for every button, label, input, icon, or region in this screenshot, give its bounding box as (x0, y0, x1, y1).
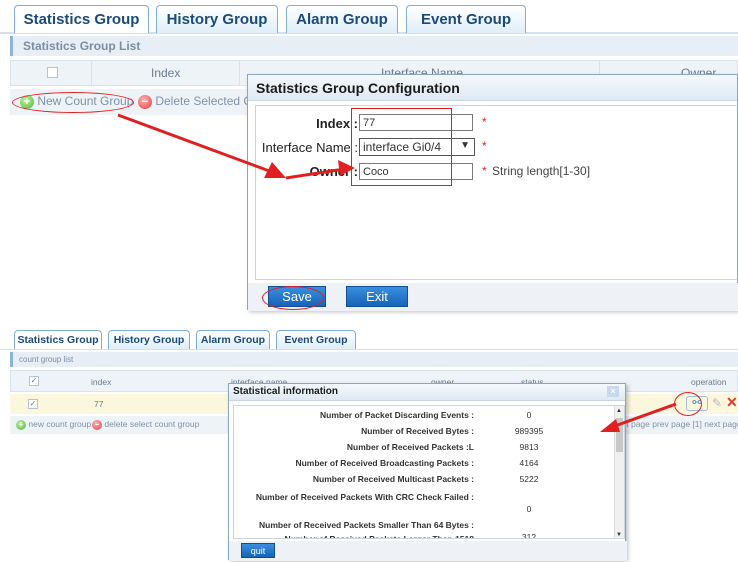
stat-label: Number of Received Packets Larger Than 1… (284, 534, 474, 539)
tab-statistics-group[interactable]: Statistics Group (14, 330, 102, 349)
quit-button[interactable]: quit (241, 543, 275, 558)
stat-value: 4164 (519, 458, 539, 468)
tab-history-group[interactable]: History Group (108, 330, 190, 349)
stat-label: Number of Received Packets :L (346, 442, 474, 452)
stat-label: Number of Received Packets With CRC Chec… (255, 492, 474, 502)
tab-event-group[interactable]: Event Group (276, 330, 356, 349)
list-title: count group list (10, 352, 738, 367)
annotation-arrow (117, 113, 355, 180)
stat-value: 9813 (519, 442, 539, 452)
stat-label: Number of Received Multicast Packets : (312, 474, 474, 484)
tab-alarm-group[interactable]: Alarm Group (196, 330, 270, 349)
stat-value: 5222 (519, 474, 539, 484)
stat-label: Number of Received Broadcasting Packets … (295, 458, 474, 468)
tab-bar-line (0, 349, 738, 350)
stat-value: 312 (521, 532, 537, 539)
stat-value: 0 (526, 504, 532, 514)
dialog-footer: quit (229, 541, 627, 561)
annotation-arrow (600, 402, 677, 432)
scroll-down-icon[interactable]: ▼ (616, 532, 622, 538)
stat-label: Number of Received Packets Smaller Than … (259, 520, 474, 530)
